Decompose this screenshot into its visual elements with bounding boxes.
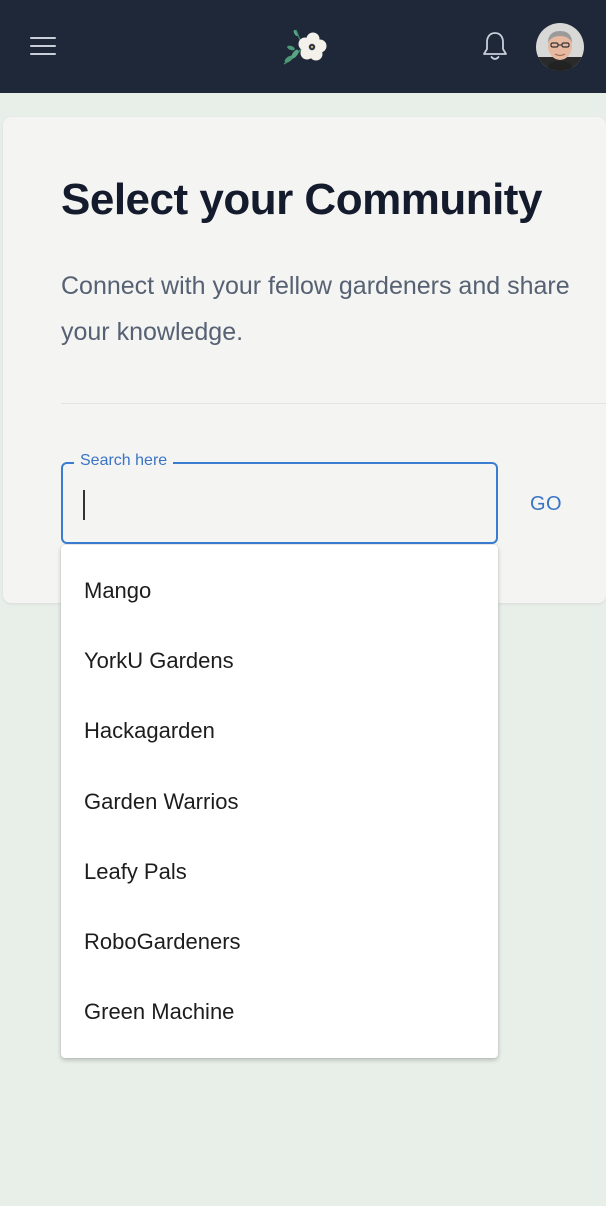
community-option[interactable]: Mango [61,556,498,626]
page-subtitle: Connect with your fellow gardeners and s… [61,272,570,346]
hamburger-menu-icon[interactable] [26,31,60,61]
search-field[interactable]: Search here [61,452,498,544]
community-option[interactable]: Garden Warrios [61,767,498,837]
top-app-bar [0,0,606,93]
user-avatar-icon[interactable] [536,23,584,71]
community-option[interactable]: YorkU Gardens [61,626,498,696]
text-caret [83,490,85,520]
community-dropdown-list: Mango YorkU Gardens Hackagarden Garden W… [61,545,498,1058]
community-option[interactable]: Green Machine [61,977,498,1047]
divider [61,403,606,404]
search-label: Search here [74,452,174,470]
flower-logo-icon[interactable] [280,24,328,68]
page-title: Select your Community [61,175,542,224]
community-option[interactable]: Leafy Pals [61,837,498,907]
community-option[interactable]: Hackagarden [61,696,498,766]
search-input[interactable] [81,484,481,524]
bell-icon[interactable] [478,29,512,63]
community-option[interactable]: RoboGardeners [61,907,498,977]
go-button[interactable]: GO [518,486,574,522]
